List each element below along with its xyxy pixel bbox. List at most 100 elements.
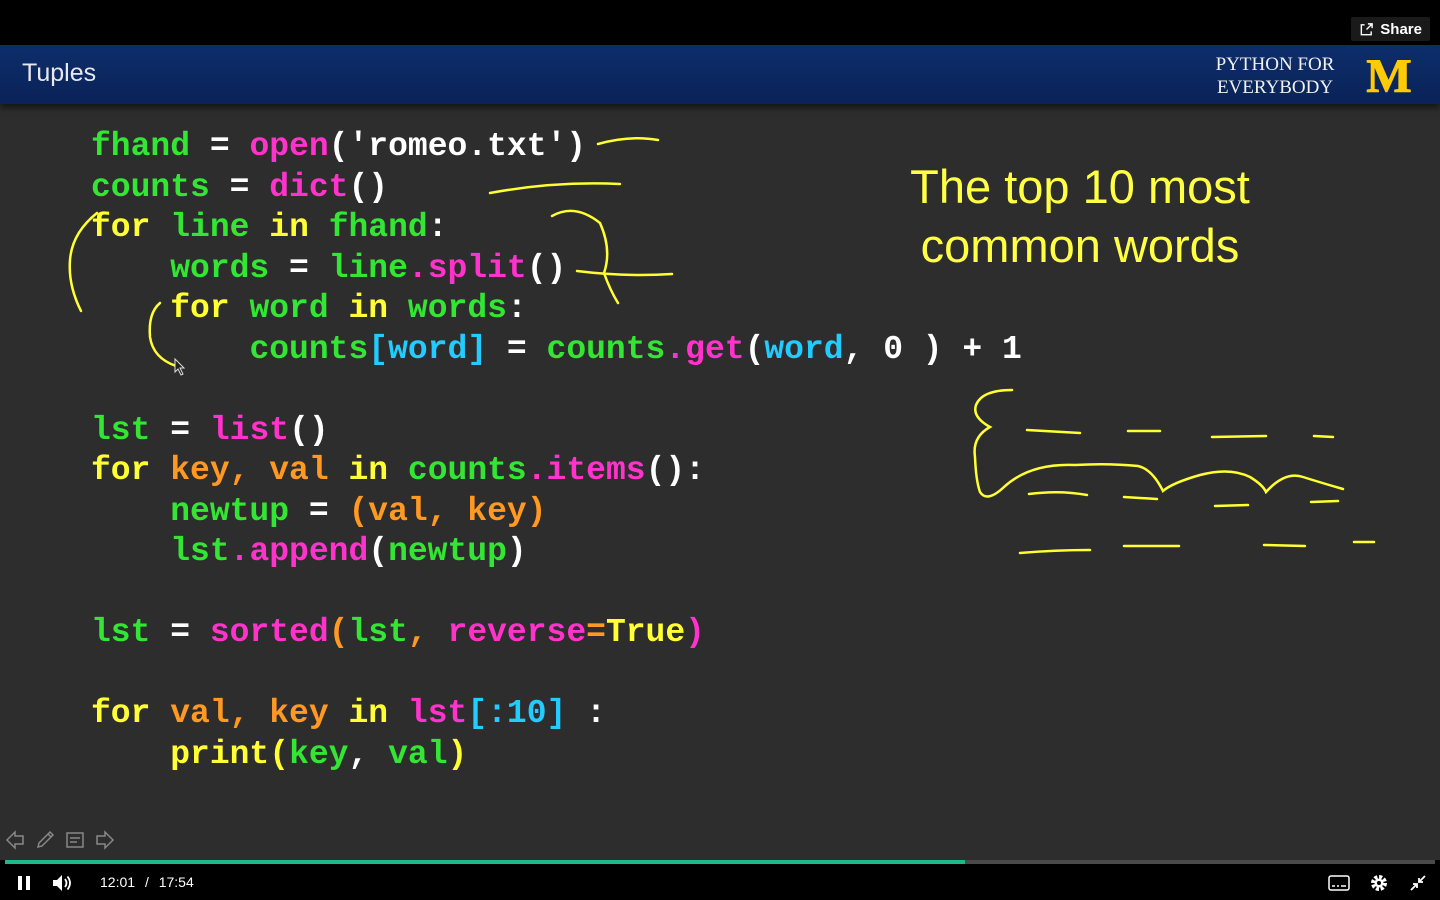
time-separator: / bbox=[144, 874, 149, 890]
code-token: : bbox=[566, 695, 606, 732]
code-token: ) bbox=[685, 614, 705, 651]
code-token: words bbox=[407, 290, 507, 327]
code-line: newtup = (val, key) bbox=[91, 492, 1022, 533]
notes-button[interactable] bbox=[64, 829, 86, 851]
video-top-bar: Share bbox=[0, 0, 1440, 45]
code-token: True bbox=[605, 614, 686, 651]
pencil-icon bbox=[36, 830, 55, 849]
code-token: = bbox=[150, 614, 210, 651]
pause-icon bbox=[18, 876, 30, 890]
code-line: for word in words: bbox=[91, 289, 1022, 330]
code-token: in bbox=[348, 695, 389, 732]
code-token: val bbox=[388, 735, 448, 773]
settings-button[interactable] bbox=[1368, 872, 1390, 894]
code-token: .items bbox=[526, 452, 646, 489]
code-token: list bbox=[209, 411, 290, 449]
code-token: [:10] bbox=[467, 695, 567, 732]
code-line: lst.append(newtup) bbox=[91, 532, 1022, 573]
code-token: ) bbox=[506, 533, 527, 570]
captions-button[interactable] bbox=[1328, 872, 1350, 894]
ink-stroke bbox=[1210, 434, 1268, 439]
code-token: in bbox=[348, 452, 389, 489]
code-token: = bbox=[269, 249, 329, 287]
code-line: lst = sorted(lst, reverse=True) bbox=[91, 613, 1022, 654]
code-token: for bbox=[91, 695, 151, 732]
code-token: = bbox=[150, 411, 210, 449]
code-token: newtup bbox=[170, 492, 290, 530]
code-token: lst bbox=[91, 614, 151, 651]
slide-annotation: The top 10 most common words bbox=[880, 157, 1280, 275]
share-icon bbox=[1360, 22, 1374, 35]
code-token: ( bbox=[328, 614, 349, 651]
code-token: fhand bbox=[91, 128, 191, 165]
annotation-line-1: The top 10 most bbox=[910, 160, 1250, 213]
code-token: .split bbox=[407, 249, 527, 287]
ink-stroke bbox=[1312, 434, 1335, 439]
arrow-right-icon bbox=[96, 830, 115, 850]
code-token: for bbox=[170, 290, 230, 327]
progress-bar[interactable] bbox=[5, 860, 1435, 864]
duration: 17:54 bbox=[158, 874, 194, 890]
code-token: = bbox=[190, 128, 250, 165]
code-token: for bbox=[91, 209, 151, 246]
code-token: counts bbox=[546, 330, 666, 368]
code-token: .get bbox=[665, 330, 745, 368]
code-token: = bbox=[289, 492, 349, 530]
university-m-logo: M bbox=[1366, 55, 1412, 95]
code-token: line bbox=[170, 209, 250, 246]
code-token: dict bbox=[269, 168, 349, 206]
code-token: key bbox=[289, 735, 349, 773]
pause-button[interactable] bbox=[13, 872, 35, 894]
ink-stroke bbox=[1309, 499, 1340, 504]
svg-text:M: M bbox=[1366, 55, 1411, 95]
code-token: fhand bbox=[328, 209, 428, 246]
code-token: , bbox=[348, 735, 389, 773]
code-token: ( bbox=[744, 330, 765, 368]
code-line: print(key, val) bbox=[91, 735, 1022, 776]
code-token: ) bbox=[447, 735, 468, 773]
code-line: for val, key in lst[:10] : bbox=[91, 694, 1022, 735]
previous-slide-button[interactable] bbox=[4, 829, 26, 851]
volume-button[interactable] bbox=[51, 872, 73, 894]
progress-bar-fill bbox=[5, 860, 965, 864]
code-token: counts bbox=[407, 452, 527, 489]
arrow-left-icon bbox=[5, 830, 24, 850]
captions-icon bbox=[1328, 875, 1350, 891]
code-token: () bbox=[289, 411, 329, 449]
next-slide-button[interactable] bbox=[94, 829, 116, 851]
video-controls-bar: 12:01 / 17:54 bbox=[0, 860, 1440, 900]
code-token: ( bbox=[269, 735, 290, 773]
exit-fullscreen-button[interactable] bbox=[1407, 872, 1429, 894]
share-button[interactable]: Share bbox=[1351, 17, 1430, 41]
code-token: lst bbox=[170, 533, 230, 570]
code-token: reverse bbox=[447, 614, 587, 651]
pen-tool-button[interactable] bbox=[34, 829, 56, 851]
code-token: in bbox=[348, 290, 389, 327]
ink-stroke bbox=[1122, 495, 1159, 501]
code-token: sorted bbox=[209, 614, 329, 651]
code-token: ('romeo.txt') bbox=[328, 128, 587, 165]
share-label: Share bbox=[1380, 20, 1422, 38]
code-line: counts[word] = counts.get(word, 0 ) + 1 bbox=[91, 330, 1021, 371]
time-display: 12:01 / 17:54 bbox=[100, 874, 194, 890]
code-token: (): bbox=[645, 452, 705, 489]
code-line: for key, val in counts.items(): bbox=[91, 451, 1022, 492]
code-token: = bbox=[487, 330, 547, 368]
slide-title: Tuples bbox=[22, 59, 97, 87]
code-token: = bbox=[586, 614, 606, 651]
code-token: : bbox=[427, 209, 448, 246]
speaker-icon bbox=[53, 875, 71, 891]
ink-stroke bbox=[1262, 543, 1307, 548]
code-token: in bbox=[269, 209, 309, 246]
annotation-line-2: common words bbox=[920, 219, 1240, 272]
ink-stroke bbox=[1213, 503, 1250, 508]
